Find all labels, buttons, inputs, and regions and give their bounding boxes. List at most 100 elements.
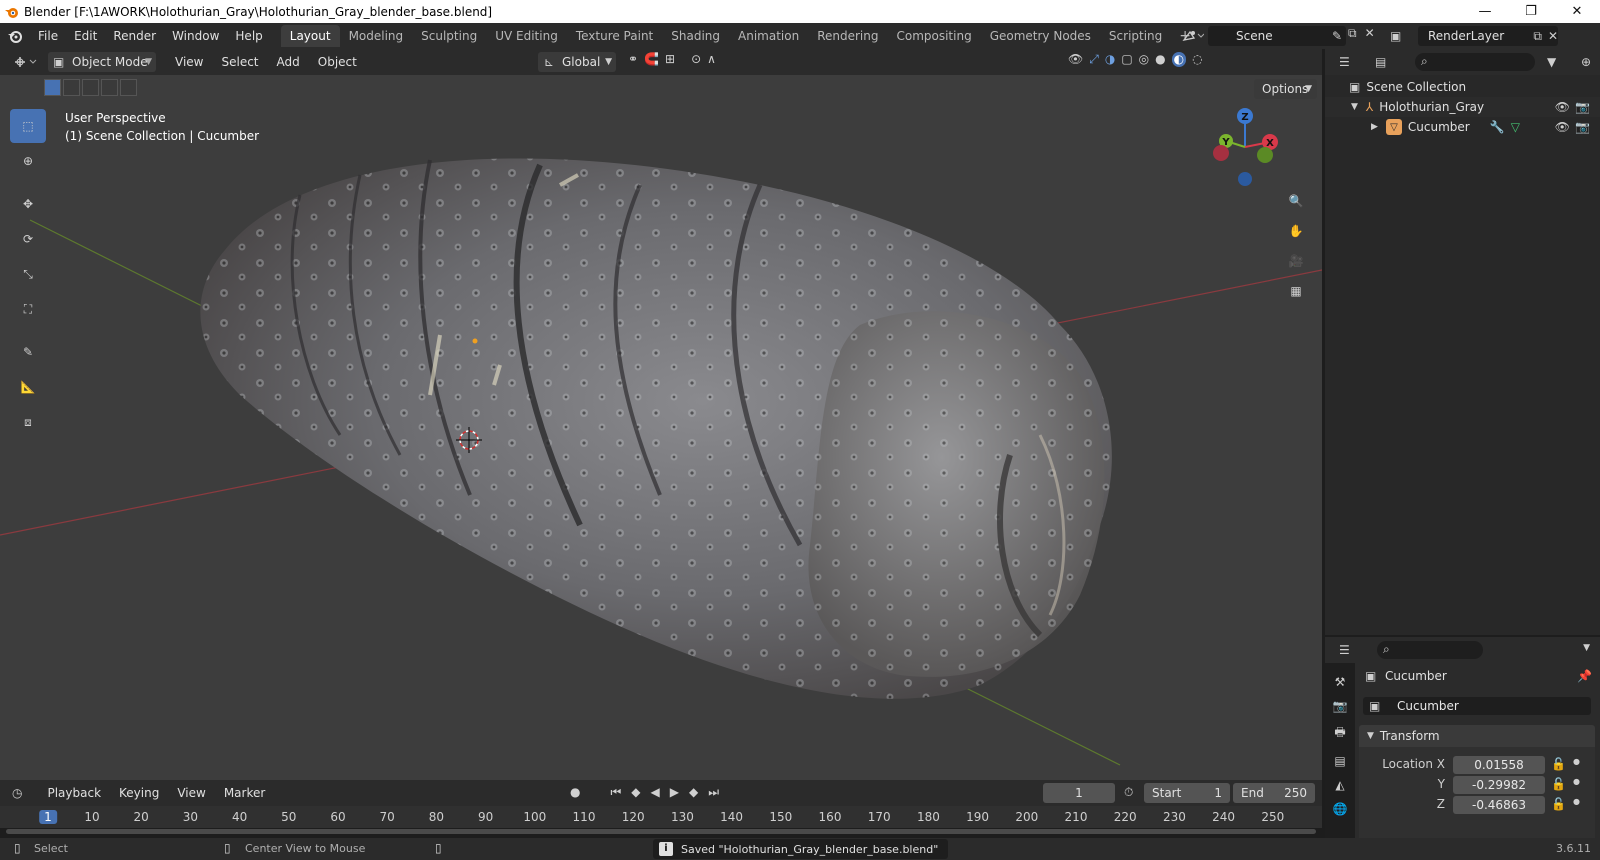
minimize-button[interactable]: — xyxy=(1462,0,1508,23)
stopwatch-icon[interactable]: ⏱ xyxy=(1124,785,1133,800)
timeline-scrollbar[interactable] xyxy=(6,829,1316,834)
object-mode-dropdown[interactable]: ▣ Object Mode ▼ xyxy=(48,52,156,72)
cucumber-mesh[interactable] xyxy=(200,158,1112,699)
tab-animation[interactable]: Animation xyxy=(729,25,808,47)
tab-texture-paint[interactable]: Texture Paint xyxy=(567,25,662,47)
select-box-tool-icon[interactable]: ⬚ xyxy=(10,109,46,143)
timeline-editor-icon[interactable]: ◷ xyxy=(12,786,22,800)
pin-icon[interactable]: ✎ xyxy=(1332,29,1342,43)
blender-menu-icon[interactable] xyxy=(0,28,30,44)
properties-editor-icon[interactable]: ☰ xyxy=(1339,643,1350,657)
outliner-row-cucumber[interactable]: ▶ ▽ Cucumber 🔧 ▽ 👁 📷 xyxy=(1325,117,1600,137)
record-icon[interactable]: ● xyxy=(570,785,580,800)
zoom-icon[interactable]: 🔍 xyxy=(1284,189,1308,213)
tab-sculpting[interactable]: Sculpting xyxy=(412,25,486,47)
mesh-data-icon[interactable]: ▽ xyxy=(1511,120,1520,134)
proportional-edit-icon[interactable]: ⊙ xyxy=(691,52,701,66)
camera-view-icon[interactable]: 🎥 xyxy=(1284,249,1308,273)
menu-view[interactable]: View xyxy=(166,55,212,69)
location-y-field[interactable]: -0.29982 xyxy=(1453,776,1545,794)
jump-start-icon[interactable]: ⏮ xyxy=(610,785,621,800)
select-intersect-icon[interactable] xyxy=(120,79,137,96)
measure-tool-icon[interactable]: 📐 xyxy=(10,370,46,404)
eye-icon[interactable]: 👁 xyxy=(1555,100,1570,114)
chevron-down-icon[interactable]: ▼ xyxy=(1583,643,1590,653)
cursor-tool-icon[interactable]: ⊕ xyxy=(10,144,46,178)
lock-icon[interactable]: 🔓 xyxy=(1551,797,1566,811)
transform-tool-icon[interactable]: ⛶ xyxy=(10,292,46,326)
scene-tab-icon[interactable]: ◭ xyxy=(1335,778,1344,792)
keyframe-dot-icon[interactable]: ● xyxy=(1573,797,1580,806)
menu-timeline-view[interactable]: View xyxy=(168,786,214,800)
select-new-icon[interactable] xyxy=(44,79,61,96)
prev-keyframe-icon[interactable]: ◆ xyxy=(631,785,640,800)
end-frame-field[interactable]: End 250 xyxy=(1233,783,1315,803)
render-tab-icon[interactable]: 📷 xyxy=(1333,699,1348,713)
move-tool-icon[interactable]: ✥ xyxy=(10,187,46,221)
wireframe-shading-icon[interactable]: ◎ xyxy=(1139,52,1149,67)
menu-object[interactable]: Object xyxy=(309,55,366,69)
location-z-field[interactable]: -0.46863 xyxy=(1453,796,1545,814)
location-x-field[interactable]: 0.01558 xyxy=(1453,756,1545,774)
snap-target-icon[interactable]: ⊞ xyxy=(665,52,675,66)
delete-layer-icon[interactable]: ✕ xyxy=(1548,29,1558,43)
view-layer-selector[interactable]: ▣ RenderLayer ⧉ ✕ xyxy=(1390,26,1558,46)
play-icon[interactable]: ▶ xyxy=(670,785,679,800)
outliner-search-input[interactable]: ⌕ xyxy=(1415,53,1535,71)
falloff-icon[interactable]: ∧ xyxy=(707,52,716,66)
output-tab-icon[interactable]: 🖶 xyxy=(1334,723,1345,744)
keyframe-dot-icon[interactable]: ● xyxy=(1573,777,1580,786)
tab-rendering[interactable]: Rendering xyxy=(808,25,887,47)
maximize-button[interactable]: ❐ xyxy=(1508,0,1554,23)
new-scene-icon[interactable]: ⧉ xyxy=(1348,26,1357,41)
select-extend-icon[interactable] xyxy=(63,79,80,96)
outliner-row-holothurian[interactable]: ▼ ⅄ Holothurian_Gray 👁 📷 xyxy=(1325,97,1600,117)
new-layer-icon[interactable]: ⧉ xyxy=(1533,29,1542,44)
display-mode-icon[interactable]: ▤ xyxy=(1375,55,1386,69)
scene-selector[interactable]: Scene ✎ xyxy=(1182,26,1346,46)
pin-icon[interactable]: 📌 xyxy=(1577,669,1592,683)
view-layer-tab-icon[interactable]: ▤ xyxy=(1334,754,1345,768)
add-cube-tool-icon[interactable]: ⧈ xyxy=(10,405,46,439)
solid-shading-icon[interactable]: ● xyxy=(1155,52,1165,67)
menu-help[interactable]: Help xyxy=(227,23,270,49)
lock-icon[interactable]: 🔓 xyxy=(1551,777,1566,791)
tab-compositing[interactable]: Compositing xyxy=(887,25,980,47)
transform-orientation-dropdown[interactable]: ⊾ Global ▼ xyxy=(538,52,616,72)
navigation-gizmo[interactable]: Z X Y xyxy=(1213,108,1278,186)
pivot-icon[interactable]: ⚭ xyxy=(628,52,638,66)
gizmo-icon[interactable]: ⤢ xyxy=(1089,52,1099,67)
camera-icon[interactable]: 📷 xyxy=(1575,120,1590,134)
camera-icon[interactable]: 📷 xyxy=(1575,100,1590,114)
pan-hand-icon[interactable]: ✋ xyxy=(1284,219,1308,243)
lock-icon[interactable]: 🔓 xyxy=(1551,757,1566,771)
select-invert-icon[interactable] xyxy=(101,79,118,96)
world-tab-icon[interactable]: 🌐 xyxy=(1333,802,1348,816)
filter-icon[interactable]: ▼ xyxy=(1547,55,1556,69)
modifier-icon[interactable]: 🔧 xyxy=(1490,120,1505,134)
play-reverse-icon[interactable]: ◀ xyxy=(651,785,660,800)
xray-icon[interactable]: ▢ xyxy=(1121,52,1132,67)
expand-arrow-icon[interactable]: ▶ xyxy=(1371,122,1378,132)
menu-keying[interactable]: Keying xyxy=(110,786,168,800)
visibility-icon[interactable]: 👁 xyxy=(1068,52,1083,67)
overlay-icon[interactable]: ◑ xyxy=(1105,52,1115,67)
timeline-ruler[interactable]: 1 10 20 30 40 50 60 70 80 90 100 110 120 130 140 150 160… xyxy=(0,806,1322,828)
transform-section-header[interactable]: ▼ Transform xyxy=(1359,725,1595,747)
tab-uv-editing[interactable]: UV Editing xyxy=(486,25,567,47)
jump-end-icon[interactable]: ⏭ xyxy=(708,785,719,800)
scale-tool-icon[interactable]: ⤡ xyxy=(10,257,46,291)
menu-window[interactable]: Window xyxy=(164,23,227,49)
material-shading-icon[interactable]: ◐ xyxy=(1171,52,1187,67)
menu-select[interactable]: Select xyxy=(212,55,267,69)
select-subtract-icon[interactable] xyxy=(82,79,99,96)
menu-render[interactable]: Render xyxy=(105,23,164,49)
new-collection-icon[interactable]: ⊕ xyxy=(1581,55,1591,69)
start-frame-field[interactable]: Start 1 xyxy=(1144,783,1230,803)
keyframe-dot-icon[interactable]: ● xyxy=(1573,757,1580,766)
menu-edit[interactable]: Edit xyxy=(66,23,105,49)
menu-marker[interactable]: Marker xyxy=(215,786,274,800)
editor-type-icon[interactable] xyxy=(12,54,40,70)
tab-modeling[interactable]: Modeling xyxy=(340,25,413,47)
annotate-tool-icon[interactable]: ✎ xyxy=(10,335,46,369)
